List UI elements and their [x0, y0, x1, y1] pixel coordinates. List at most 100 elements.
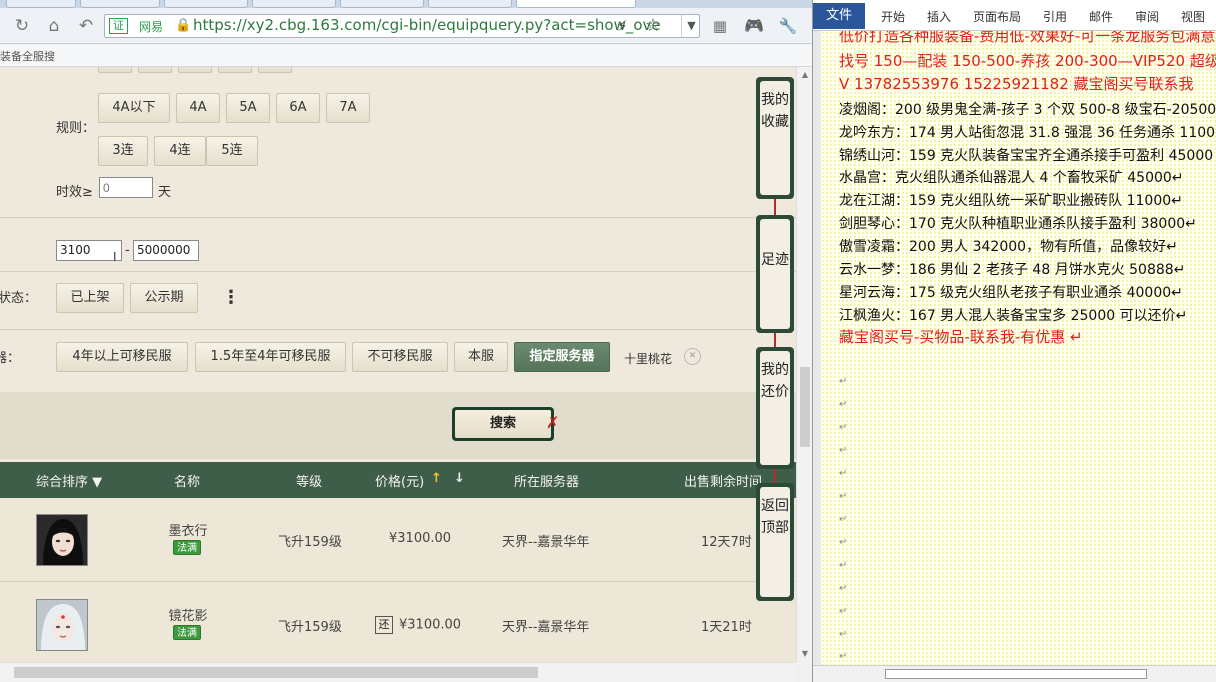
- chip-close-icon[interactable]: ✕: [684, 348, 701, 365]
- document-line[interactable]: 低价打造各种服装备-费用低-效果好-可一条龙服务包满意: [839, 31, 1215, 46]
- table-row[interactable]: 墨衣行 法满 飞升159级 ¥3100.00 天界--嘉景华年 12天7时: [0, 498, 796, 582]
- document-horizontal-scrollbar[interactable]: [813, 665, 1216, 682]
- browser-tab[interactable]: [340, 0, 424, 8]
- tab-references[interactable]: 引用: [1043, 8, 1067, 25]
- back-to-top-button[interactable]: 返回顶部: [756, 483, 794, 601]
- paragraph-mark: ↵: [839, 629, 848, 640]
- speed-mode-icon[interactable]: ⚡: [617, 17, 628, 35]
- price-max-input[interactable]: 5000000: [133, 240, 199, 261]
- rule-option[interactable]: 6A: [276, 93, 320, 123]
- address-bar[interactable]: 证 网易 🔒 https://xy2.cbg.163.com/cgi-bin/e…: [104, 14, 700, 38]
- tab-home[interactable]: 开始: [881, 8, 905, 25]
- column-level: 等级: [296, 475, 323, 490]
- rule-option[interactable]: 5连: [206, 136, 258, 166]
- server-option-selected[interactable]: 指定服务器: [514, 342, 610, 372]
- document-line[interactable]: 星河云海：175 级克火组队老孩子有职业通杀 40000↵: [839, 282, 1183, 302]
- scroll-thumb[interactable]: [14, 667, 538, 678]
- server-label: 器：: [0, 351, 21, 366]
- rule-option[interactable]: 4连: [154, 136, 206, 166]
- browser-tab[interactable]: [428, 0, 512, 8]
- sort-asc-icon[interactable]: ↑: [431, 471, 442, 486]
- duration-unit: 天: [158, 185, 172, 200]
- rule-option[interactable]: 7A: [326, 93, 370, 123]
- apps-grid-icon[interactable]: ▦: [708, 14, 732, 38]
- word-window: 文件 开始 插入 页面布局 引用 邮件 审阅 视图 低价打造各种服装备-费用低-…: [812, 0, 1216, 682]
- document-line[interactable]: 凌烟阁：200 级男鬼全满-孩子 3 个双 500-8 级宝石-20500: [839, 99, 1216, 119]
- document-line[interactable]: 云水一梦：186 男仙 2 老孩子 48 月饼水克火 50888↵: [839, 259, 1185, 279]
- sort-desc-icon[interactable]: ↓: [454, 471, 465, 486]
- my-offers-button[interactable]: 我的还价: [756, 347, 794, 469]
- duration-input[interactable]: [99, 177, 153, 198]
- search-button-label: 搜索: [455, 410, 551, 438]
- tab-page-layout[interactable]: 页面布局: [973, 8, 1021, 25]
- avatar[interactable]: [36, 599, 88, 651]
- tab-mailings[interactable]: 邮件: [1089, 8, 1113, 25]
- scroll-thumb[interactable]: [800, 367, 810, 447]
- rule-option[interactable]: 4A: [176, 93, 220, 123]
- rule-option-partial[interactable]: [138, 67, 172, 73]
- bookmark-item[interactable]: 装备全服搜: [0, 48, 55, 64]
- rule-option-partial[interactable]: [258, 67, 292, 73]
- document-line[interactable]: 江枫渔火：167 男人混人装备宝宝多 25000 可以还价↵: [839, 305, 1187, 325]
- browser-tab[interactable]: [80, 0, 160, 8]
- page-vertical-scrollbar[interactable]: ▲ ▼: [796, 67, 812, 662]
- server-option[interactable]: 1.5年至4年可移民服: [195, 342, 346, 372]
- url-text[interactable]: https://xy2.cbg.163.com/cgi-bin/equipque…: [193, 16, 661, 34]
- character-name[interactable]: 镜花影: [158, 605, 218, 624]
- undo-icon[interactable]: ↶: [74, 14, 98, 38]
- document-line[interactable]: 剑胆琴心：170 克火队种植职业通杀队接手盈利 38000↵: [839, 213, 1197, 233]
- bookmark-star-icon[interactable]: ☆: [645, 15, 661, 36]
- column-name: 名称: [174, 475, 201, 490]
- document-line[interactable]: 龙吟东方：174 男人站街忽混 31.8 强混 36 任务通杀 11000: [839, 122, 1216, 142]
- rule-option-partial[interactable]: [98, 67, 132, 73]
- rule-option[interactable]: 5A: [226, 93, 270, 123]
- tab-insert[interactable]: 插入: [927, 8, 951, 25]
- scroll-down-icon[interactable]: ▼: [797, 646, 812, 662]
- history-button[interactable]: 足迹: [756, 215, 794, 333]
- document-line[interactable]: 藏宝阁买号-买物品-联系我-有优惠 ↵: [839, 326, 1083, 347]
- favorites-button[interactable]: 我的收藏: [756, 77, 794, 199]
- lock-icon: 🔒: [175, 18, 192, 33]
- browser-tab[interactable]: [6, 0, 76, 8]
- tab-file[interactable]: 文件: [813, 3, 865, 29]
- sort-dropdown[interactable]: 综合排序 ▼: [36, 471, 102, 490]
- document-body[interactable]: 低价打造各种服装备-费用低-效果好-可一条龙服务包满意 找号 150—配装 15…: [821, 31, 1216, 665]
- scroll-up-icon[interactable]: ▲: [797, 67, 812, 83]
- document-line[interactable]: 水晶宫：克火组队通杀仙器混人 4 个畜牧采矿 45000↵: [839, 167, 1184, 187]
- browser-tab-active[interactable]: [516, 0, 636, 8]
- more-options-icon[interactable]: ⋮: [222, 287, 240, 308]
- document-line[interactable]: V 13782553976 15225921182 藏宝阁买号联系我: [839, 73, 1194, 94]
- avatar[interactable]: [36, 514, 88, 566]
- document-line[interactable]: 龙在江湖：159 克火组队统一采矿职业搬砖队 11000↵: [839, 190, 1183, 210]
- server-option[interactable]: 本服: [454, 342, 508, 372]
- home-icon[interactable]: ⌂: [42, 14, 66, 38]
- tab-review[interactable]: 审阅: [1135, 8, 1159, 25]
- reload-icon[interactable]: ↻: [10, 14, 34, 38]
- url-dropdown-icon[interactable]: ▼: [681, 15, 701, 37]
- character-name[interactable]: 墨衣行: [158, 520, 218, 539]
- search-button[interactable]: 搜索: [452, 407, 554, 441]
- document-line[interactable]: 傲雪凌霜：200 男人 342000，物有所值，品像较好↵: [839, 236, 1178, 256]
- rule-option[interactable]: 4A以下: [98, 93, 170, 123]
- rule-option-partial[interactable]: [218, 67, 252, 73]
- game-controller-icon[interactable]: 🎮: [742, 14, 766, 38]
- tab-view[interactable]: 视图: [1181, 8, 1205, 25]
- document-line[interactable]: 锦绣山河：159 克火队装备宝宝齐全通杀接手可盈利 45000: [839, 145, 1213, 165]
- server-option[interactable]: 不可移民服: [352, 342, 448, 372]
- paragraph-mark: ↵: [839, 491, 848, 502]
- status-public-button[interactable]: 公示期: [130, 283, 198, 313]
- server-option[interactable]: 4年以上可移民服: [56, 342, 188, 372]
- rule-option[interactable]: 3连: [98, 136, 148, 166]
- rule-option-partial[interactable]: [178, 67, 212, 73]
- tools-wrench-icon[interactable]: 🔧: [776, 14, 800, 38]
- page-horizontal-scrollbar[interactable]: [0, 662, 796, 682]
- back-to-top-label: 返回顶部: [760, 487, 790, 597]
- browser-tab[interactable]: [252, 0, 336, 8]
- table-row[interactable]: 镜花影 法满 飞升159级 还 ¥3100.00 天界--嘉景华年 1天21时: [0, 583, 796, 662]
- document-line[interactable]: 找号 150—配装 150-500-养孩 200-300—VIP520 超级 1…: [839, 50, 1216, 71]
- scroll-thumb[interactable]: [885, 669, 1147, 679]
- browser-tab[interactable]: [164, 0, 248, 8]
- haggle-icon[interactable]: 还: [375, 616, 393, 634]
- status-listed-button[interactable]: 已上架: [56, 283, 124, 313]
- paragraph-mark: ↵: [839, 514, 848, 525]
